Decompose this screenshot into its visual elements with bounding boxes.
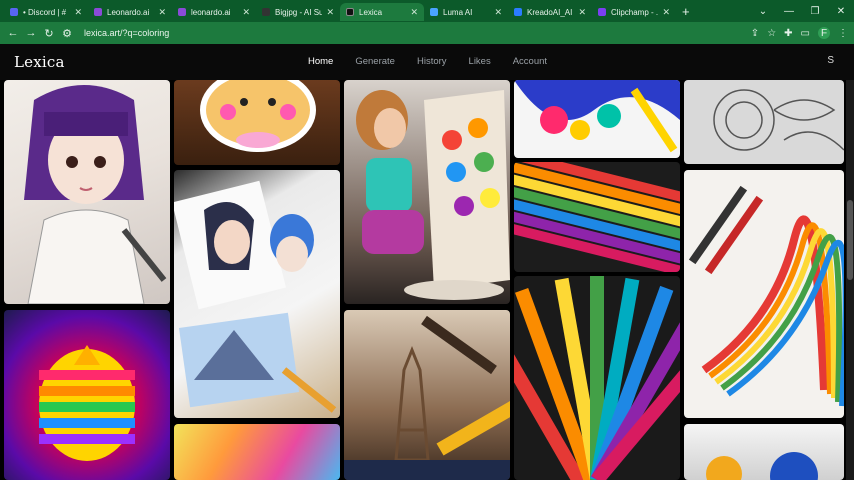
profile-avatar[interactable]: F — [818, 27, 830, 39]
image-tile-pencil-rows[interactable] — [514, 162, 680, 272]
browser-tab[interactable]: Clipchamp - ... ✕ — [592, 3, 676, 21]
maximize-icon[interactable]: ❐ — [802, 6, 828, 17]
browser-tab[interactable]: • Discord | # ✕ — [4, 3, 88, 21]
pencil-rows-image — [514, 162, 680, 272]
image-tile-anime-sketches[interactable] — [174, 170, 340, 418]
browser-tab[interactable]: Bigjpg - AI Su ✕ — [256, 3, 340, 21]
window-controls: ⌄ — ❐ ✕ — [750, 0, 854, 22]
close-tab-icon[interactable]: ✕ — [578, 7, 586, 18]
menu-dots-icon[interactable]: ⋮ — [838, 28, 848, 39]
close-tab-icon[interactable]: ✕ — [74, 7, 82, 18]
close-tab-icon[interactable]: ✕ — [410, 7, 418, 18]
site-nav: Home Generate History Likes Account — [308, 56, 547, 67]
site-header: Lexica Home Generate History Likes Accou… — [0, 44, 854, 80]
image-tile-girl-portrait[interactable] — [4, 80, 170, 304]
planets-image — [706, 452, 818, 480]
image-tile-paint-splash[interactable] — [514, 80, 680, 158]
search-icon[interactable]: S — [827, 55, 834, 66]
paint-splash-image — [514, 80, 680, 153]
browser-tab[interactable]: Leonardo.ai ✕ — [88, 3, 172, 21]
image-grid — [0, 80, 846, 480]
nav-generate[interactable]: Generate — [355, 56, 395, 67]
leonardo-favicon-icon — [178, 8, 186, 16]
bookmark-star-icon[interactable]: ☆ — [767, 28, 776, 39]
share-icon[interactable]: ⇪ — [751, 28, 759, 39]
site-logo[interactable]: Lexica — [14, 53, 65, 71]
forward-arrow-icon[interactable]: → — [22, 27, 40, 39]
image-tile-child-painting[interactable] — [344, 80, 510, 304]
close-tab-icon[interactable]: ✕ — [494, 7, 502, 18]
image-tile-hamster-sticker[interactable] — [174, 80, 340, 165]
site-info-icon[interactable]: ⚙ — [58, 27, 76, 40]
nav-history[interactable]: History — [417, 56, 447, 67]
image-tile-bottom-strip-5[interactable] — [684, 424, 844, 480]
image-tile-mandala-lineart[interactable] — [684, 80, 844, 164]
luma-favicon-icon — [430, 8, 438, 16]
mandala-lineart-image — [713, 89, 844, 151]
hamster-sticker-image — [200, 80, 316, 152]
nav-account[interactable]: Account — [513, 56, 547, 67]
nav-likes[interactable]: Likes — [469, 56, 491, 67]
image-tile-bottom-strip-2[interactable] — [174, 424, 340, 480]
image-tile-rainbow-swirl[interactable] — [684, 170, 844, 418]
close-tab-icon[interactable]: ✕ — [242, 7, 250, 18]
minimize-icon[interactable]: — — [776, 6, 802, 17]
close-tab-icon[interactable]: ✕ — [662, 7, 670, 18]
discord-favicon-icon — [10, 8, 18, 16]
lexica-favicon-icon — [346, 8, 354, 16]
close-tab-icon[interactable]: ✕ — [326, 7, 334, 18]
girl-portrait-image — [24, 85, 167, 304]
pencil-fan-image — [514, 276, 680, 480]
rainbow-swirl-image — [688, 185, 844, 407]
extensions-icon[interactable]: ✚ — [784, 28, 792, 39]
browser-tab[interactable]: Luma AI ✕ — [424, 3, 508, 21]
tab-search-icon[interactable]: ⌄ — [750, 6, 776, 17]
anime-sketches-image — [174, 180, 337, 413]
browser-tab-active[interactable]: Lexica ✕ — [340, 3, 424, 21]
clipchamp-favicon-icon — [598, 8, 606, 16]
leonardo-favicon-icon — [94, 8, 102, 16]
close-tab-icon[interactable]: ✕ — [158, 7, 166, 18]
bigjpg-favicon-icon — [262, 8, 270, 16]
child-painting-image — [356, 90, 510, 300]
image-tile-pencil-fan[interactable] — [514, 276, 680, 480]
sidebar-icon[interactable]: ▭ — [801, 28, 810, 39]
scrollbar-thumb[interactable] — [847, 200, 853, 280]
image-tile-eiffel-pencils[interactable] — [344, 310, 510, 480]
url-field[interactable]: lexica.art/?q=coloring — [84, 28, 169, 38]
browser-tab-bar: • Discord | # ✕ Leonardo.ai ✕ leonardo.ai ✕… — [0, 0, 854, 22]
browser-tab[interactable]: leonardo.ai ✕ — [172, 3, 256, 21]
browser-tab[interactable]: KreadoAI_AI ✕ — [508, 3, 592, 21]
rainbow-sphere-image — [39, 345, 135, 461]
new-tab-icon[interactable]: + — [682, 4, 690, 19]
reload-icon[interactable]: ↻ — [40, 27, 58, 40]
page-scrollbar[interactable] — [846, 80, 854, 480]
eiffel-pencils-image — [344, 315, 510, 480]
address-bar: ← → ↻ ⚙ lexica.art/?q=coloring ⇪ ☆ ✚ ▭ F… — [0, 22, 854, 44]
image-tile-rainbow-sphere[interactable] — [4, 310, 170, 480]
kreado-favicon-icon — [514, 8, 522, 16]
close-window-icon[interactable]: ✕ — [828, 6, 854, 17]
back-arrow-icon[interactable]: ← — [4, 27, 22, 39]
nav-home[interactable]: Home — [308, 56, 333, 67]
